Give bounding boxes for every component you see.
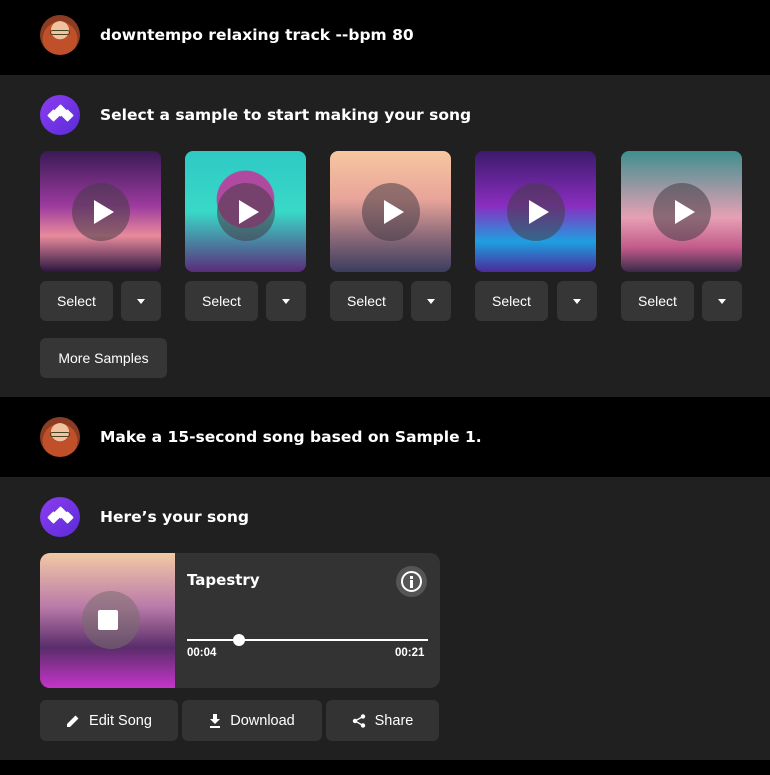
share-icon xyxy=(352,713,365,728)
more-samples-button[interactable]: More Samples xyxy=(40,338,167,378)
select-sample-5-button[interactable]: Select xyxy=(621,281,694,321)
sample-thumbnail-2[interactable] xyxy=(185,151,306,272)
sample-2-options-button[interactable] xyxy=(266,281,306,321)
chevron-down-icon xyxy=(427,298,435,304)
bot-reply-text: Here’s your song xyxy=(100,508,249,526)
sample-5-options-button[interactable] xyxy=(702,281,742,321)
play-icon[interactable] xyxy=(362,183,420,241)
download-button[interactable]: Download xyxy=(182,700,322,741)
select-sample-1-button[interactable]: Select xyxy=(40,281,113,321)
user-prompt-text: Make a 15-second song based on Sample 1. xyxy=(100,428,482,446)
song-player-card: Tapestry 00:04 00:21 xyxy=(40,553,440,688)
sample-thumbnail-3[interactable] xyxy=(330,151,451,272)
share-button[interactable]: Share xyxy=(326,700,439,741)
progress-bar[interactable] xyxy=(187,639,428,641)
select-sample-3-button[interactable]: Select xyxy=(330,281,403,321)
chevron-down-icon xyxy=(718,298,726,304)
chevron-down-icon xyxy=(282,298,290,304)
user-avatar xyxy=(40,15,80,55)
select-sample-2-button[interactable]: Select xyxy=(185,281,258,321)
user-avatar xyxy=(40,417,80,457)
user-prompt-text: downtempo relaxing track --bpm 80 xyxy=(100,26,414,44)
chevron-down-icon xyxy=(137,298,145,304)
elapsed-time: 00:04 xyxy=(187,647,217,659)
song-cover-art[interactable] xyxy=(40,553,175,688)
pencil-icon xyxy=(67,715,79,727)
track-title: Tapestry xyxy=(187,571,260,589)
play-icon[interactable] xyxy=(72,183,130,241)
sample-3-options-button[interactable] xyxy=(411,281,451,321)
play-icon[interactable] xyxy=(217,183,275,241)
select-sample-4-button[interactable]: Select xyxy=(475,281,548,321)
bot-logo-icon xyxy=(40,95,80,135)
sample-1-options-button[interactable] xyxy=(121,281,161,321)
bot-reply-text: Select a sample to start making your son… xyxy=(100,106,472,124)
sample-thumbnail-1[interactable] xyxy=(40,151,161,272)
bot-message-row: Select a sample to start making your son… xyxy=(0,75,770,397)
sample-4-options-button[interactable] xyxy=(557,281,597,321)
info-icon[interactable] xyxy=(396,566,427,597)
chevron-down-icon xyxy=(573,298,581,304)
progress-handle[interactable] xyxy=(233,634,245,646)
sample-thumbnail-5[interactable] xyxy=(621,151,742,272)
edit-song-button[interactable]: Edit Song xyxy=(40,700,178,741)
stop-icon[interactable] xyxy=(98,610,118,630)
user-message-row: downtempo relaxing track --bpm 80 xyxy=(0,0,770,75)
user-message-row: Make a 15-second song based on Sample 1. xyxy=(0,397,770,477)
play-icon[interactable] xyxy=(507,183,565,241)
sample-thumbnail-4[interactable] xyxy=(475,151,596,272)
bot-logo-icon xyxy=(40,497,80,537)
play-icon[interactable] xyxy=(653,183,711,241)
download-icon xyxy=(210,713,221,728)
total-duration: 00:21 xyxy=(395,647,425,659)
